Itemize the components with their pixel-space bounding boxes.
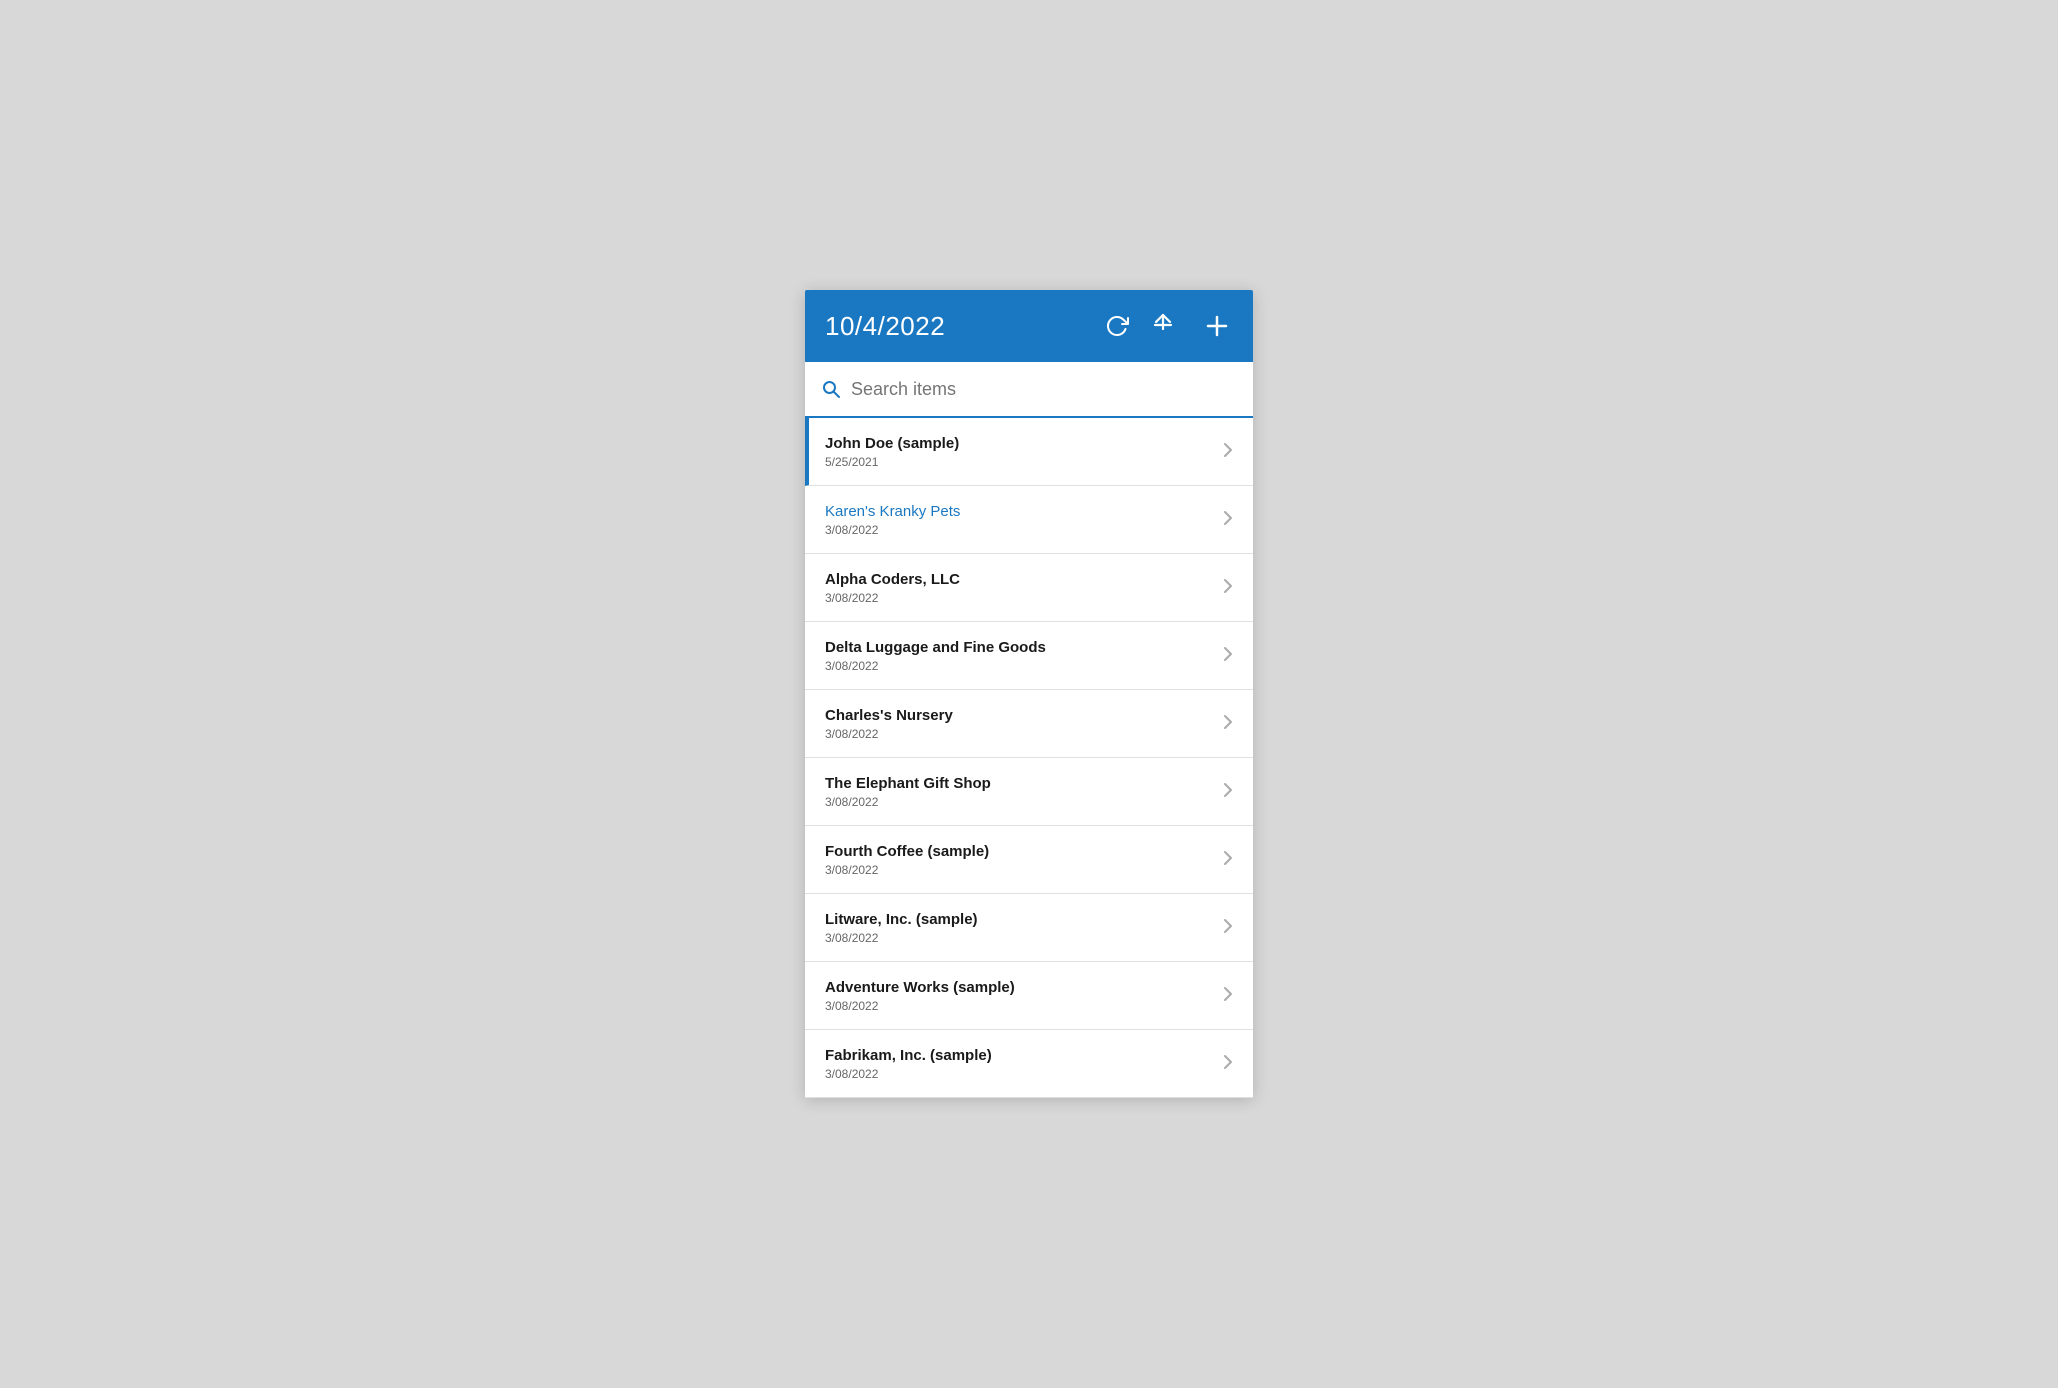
app-container: 10/4/2022 (805, 290, 1253, 1098)
item-date: 3/08/2022 (825, 931, 1211, 945)
item-name: Delta Luggage and Fine Goods (825, 639, 1211, 656)
item-date: 5/25/2021 (825, 455, 1211, 469)
item-name: Fourth Coffee (sample) (825, 843, 1211, 860)
list-item[interactable]: The Elephant Gift Shop 3/08/2022 (805, 758, 1253, 826)
add-icon[interactable] (1201, 310, 1233, 342)
item-name: Adventure Works (sample) (825, 979, 1211, 996)
chevron-right-icon (1223, 986, 1233, 1005)
chevron-right-icon (1223, 510, 1233, 529)
refresh-icon[interactable] (1101, 310, 1133, 342)
list-item[interactable]: Litware, Inc. (sample) 3/08/2022 (805, 894, 1253, 962)
chevron-right-icon (1223, 782, 1233, 801)
list-item[interactable]: Fourth Coffee (sample) 3/08/2022 (805, 826, 1253, 894)
item-date: 3/08/2022 (825, 727, 1211, 741)
item-name: Litware, Inc. (sample) (825, 911, 1211, 928)
item-date: 3/08/2022 (825, 591, 1211, 605)
item-date: 3/08/2022 (825, 523, 1211, 537)
list-item[interactable]: Karen's Kranky Pets 3/08/2022 (805, 486, 1253, 554)
header: 10/4/2022 (805, 290, 1253, 362)
item-name: The Elephant Gift Shop (825, 775, 1211, 792)
item-date: 3/08/2022 (825, 659, 1211, 673)
item-date: 3/08/2022 (825, 795, 1211, 809)
list-item[interactable]: Charles's Nursery 3/08/2022 (805, 690, 1253, 758)
chevron-right-icon (1223, 646, 1233, 665)
search-bar (805, 362, 1253, 418)
item-date: 3/08/2022 (825, 1067, 1211, 1081)
search-input[interactable] (851, 379, 1237, 400)
chevron-right-icon (1223, 1054, 1233, 1073)
item-name: John Doe (sample) (825, 435, 1211, 452)
item-name: Charles's Nursery (825, 707, 1211, 724)
header-title: 10/4/2022 (825, 311, 945, 342)
list-item[interactable]: John Doe (sample) 5/25/2021 (805, 418, 1253, 486)
items-list: John Doe (sample) 5/25/2021 Karen's Kranky… (805, 418, 1253, 1098)
item-name: Karen's Kranky Pets (825, 503, 1211, 520)
item-name: Alpha Coders, LLC (825, 571, 1211, 588)
chevron-right-icon (1223, 714, 1233, 733)
list-item[interactable]: Delta Luggage and Fine Goods 3/08/2022 (805, 622, 1253, 690)
chevron-right-icon (1223, 578, 1233, 597)
chevron-right-icon (1223, 442, 1233, 461)
list-item[interactable]: Adventure Works (sample) 3/08/2022 (805, 962, 1253, 1030)
list-item[interactable]: Fabrikam, Inc. (sample) 3/08/2022 (805, 1030, 1253, 1098)
list-item[interactable]: Alpha Coders, LLC 3/08/2022 (805, 554, 1253, 622)
search-icon (821, 379, 841, 399)
chevron-right-icon (1223, 918, 1233, 937)
item-date: 3/08/2022 (825, 999, 1211, 1013)
header-actions (1101, 310, 1233, 342)
item-name: Fabrikam, Inc. (sample) (825, 1047, 1211, 1064)
item-date: 3/08/2022 (825, 863, 1211, 877)
sort-icon[interactable] (1151, 310, 1183, 342)
chevron-right-icon (1223, 850, 1233, 869)
